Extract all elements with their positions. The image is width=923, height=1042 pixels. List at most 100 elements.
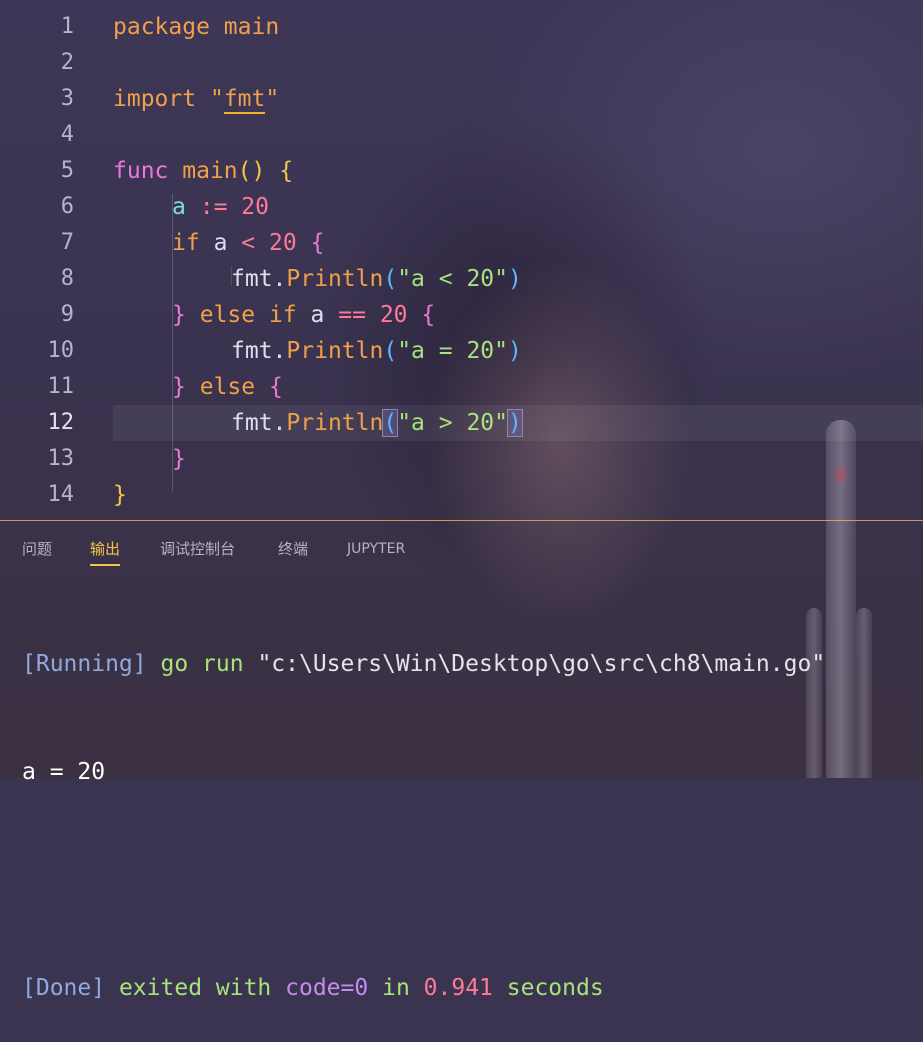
code-text[interactable]: fmt.Println("a < 20") xyxy=(231,261,522,297)
token-package-ref: fmt xyxy=(231,410,273,436)
token-variable: a xyxy=(172,194,186,220)
code-line[interactable]: 13 } xyxy=(0,441,923,477)
done-text: seconds xyxy=(506,975,604,1001)
token-function-call: Println xyxy=(286,338,384,364)
code-line[interactable]: 9 } else if a == 20 { xyxy=(0,297,923,333)
code-line[interactable]: 11 } else { xyxy=(0,369,923,405)
token-operator: == xyxy=(338,302,366,328)
line-number: 9 xyxy=(60,302,74,327)
token-package-ref: fmt xyxy=(231,266,273,292)
code-line[interactable]: 7 if a < 20 { xyxy=(0,225,923,261)
tab-debug-console[interactable]: 调试控制台 xyxy=(160,538,235,566)
token-paren: ( xyxy=(383,266,398,292)
code-text[interactable]: package main xyxy=(113,9,279,45)
token-keyword: package xyxy=(113,14,210,40)
token-keyword: else xyxy=(199,374,256,400)
done-text: in xyxy=(382,975,410,1001)
token-import-path[interactable]: fmt xyxy=(223,86,266,114)
elapsed-time: 0.941 xyxy=(423,975,493,1001)
code-line[interactable]: 6 a := 20 xyxy=(0,189,923,225)
code-text[interactable]: fmt.Println("a = 20") xyxy=(231,333,522,369)
code-line[interactable]: 8 fmt.Println("a < 20") xyxy=(0,261,923,297)
code-text[interactable]: func main() { xyxy=(113,153,293,189)
line-number: 1 xyxy=(60,14,74,39)
code-line[interactable]: 1 package main xyxy=(0,9,923,45)
token-brace: } xyxy=(172,374,186,400)
code-text[interactable]: } xyxy=(172,441,186,477)
code-line[interactable]: 4 xyxy=(0,117,923,153)
code-line[interactable]: 2 xyxy=(0,45,923,81)
line-number: 5 xyxy=(60,158,74,183)
code-line[interactable]: 3 import "fmt" xyxy=(0,81,923,117)
program-output: a = 20 xyxy=(22,759,106,785)
token-operator: := xyxy=(199,194,228,220)
done-tag: [Done] xyxy=(22,975,106,1001)
code-line[interactable]: 10 fmt.Println("a = 20") xyxy=(0,333,923,369)
code-text[interactable]: a := 20 xyxy=(172,189,269,225)
output-line-blank xyxy=(22,862,825,898)
code-line[interactable]: 14 } xyxy=(0,477,923,513)
tab-jupyter[interactable]: JUPYTER xyxy=(347,538,405,566)
token-paren-matched: ) xyxy=(506,409,523,437)
code-line[interactable]: 5 func main() { xyxy=(0,153,923,189)
output-line-result: a = 20 xyxy=(22,754,825,790)
token-brace: { xyxy=(268,374,283,400)
token-brace: } xyxy=(113,482,127,508)
code-text[interactable]: if a < 20 { xyxy=(172,225,324,261)
line-number: 8 xyxy=(60,266,74,291)
token-brace: } xyxy=(172,446,186,472)
line-number: 6 xyxy=(60,194,74,219)
tab-problems[interactable]: 问题 xyxy=(22,538,52,566)
token-operator: < xyxy=(241,230,256,256)
token-paren: ) xyxy=(507,338,522,364)
token-paren: ) xyxy=(507,266,522,292)
code-text[interactable]: } xyxy=(113,477,127,513)
done-text: exited with xyxy=(118,975,272,1001)
token-brace: } xyxy=(172,302,186,328)
token-variable: a xyxy=(213,230,228,256)
line-number: 10 xyxy=(47,338,75,363)
token-brace: { xyxy=(310,230,325,256)
token-function-name: main xyxy=(182,158,238,184)
tab-output[interactable]: 输出 xyxy=(90,538,121,566)
token-number: 20 xyxy=(379,302,408,328)
line-number: 2 xyxy=(60,50,74,75)
output-panel[interactable]: [Running] go run "c:\Users\Win\Desktop\g… xyxy=(22,574,825,1042)
code-text[interactable]: } else if a == 20 { xyxy=(172,297,435,333)
tab-terminal[interactable]: 终端 xyxy=(278,538,308,566)
line-number: 14 xyxy=(47,482,75,507)
code-line[interactable]: 12 fmt.Println("a > 20") xyxy=(0,405,923,441)
run-path: "c:\Users\Win\Desktop\go\src\ch8\main.go… xyxy=(257,651,826,677)
line-number: 13 xyxy=(47,446,75,471)
code-text[interactable]: import "fmt" xyxy=(113,81,279,117)
token-number: 20 xyxy=(269,230,297,256)
token-keyword: import xyxy=(113,86,197,112)
token-quote: " xyxy=(265,86,280,112)
line-number: 7 xyxy=(60,230,74,255)
code-editor[interactable]: 1 package main 2 3 import "fmt" 4 5 func… xyxy=(0,0,923,520)
token-keyword: else xyxy=(199,302,256,328)
panel-tab-bar: 问题 输出 调试控制台 终端 JUPYTER xyxy=(0,530,923,566)
run-command: go run xyxy=(160,651,244,677)
token-paren: ( xyxy=(383,338,398,364)
token-brace: { xyxy=(279,158,294,184)
code-text[interactable]: } else { xyxy=(172,369,283,405)
panel-divider[interactable] xyxy=(0,520,923,521)
token-function-call: Println xyxy=(286,266,384,292)
token-string: "a = 20" xyxy=(397,338,508,364)
token-number: 20 xyxy=(241,194,269,220)
token-function-call: Println xyxy=(286,410,384,436)
code-text[interactable]: fmt.Println("a > 20") xyxy=(231,405,523,441)
run-tag: [Running] xyxy=(22,651,147,677)
